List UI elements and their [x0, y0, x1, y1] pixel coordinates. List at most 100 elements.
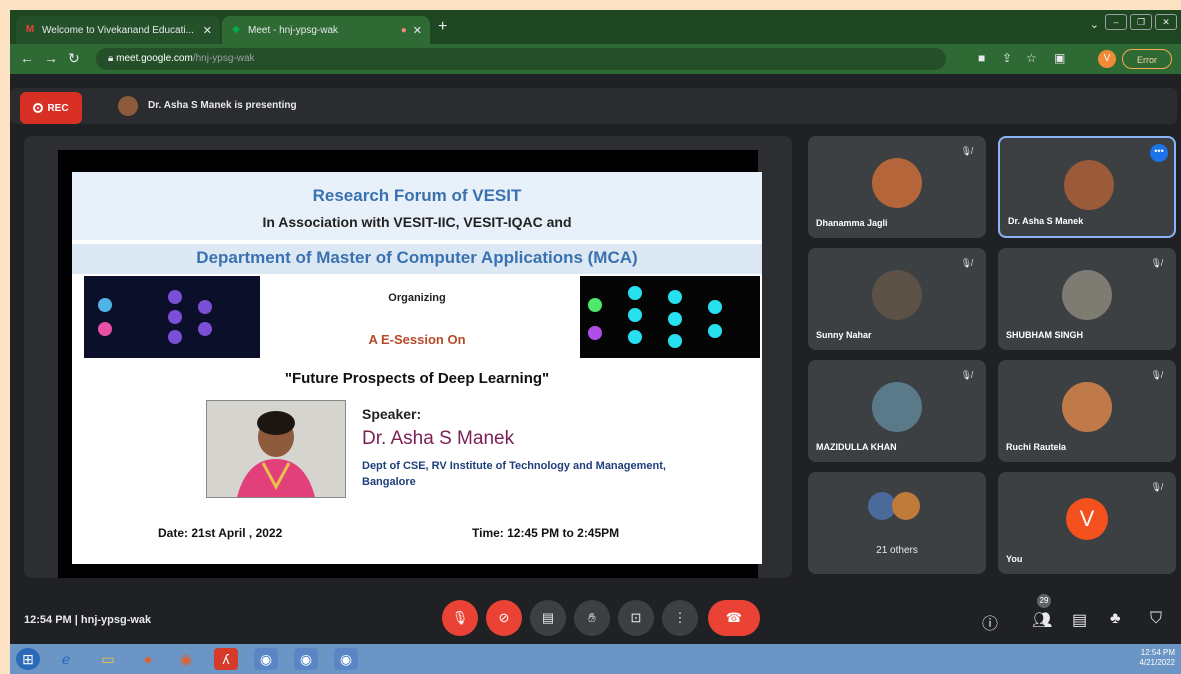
camera-in-use-icon[interactable]: ■: [978, 51, 985, 65]
slide-department: Department of Master of Computer Applica…: [196, 248, 638, 267]
more-options-icon[interactable]: •••: [1150, 144, 1168, 162]
participant-name: Sunny Nahar: [816, 330, 872, 340]
reload-icon[interactable]: ↻: [68, 50, 80, 67]
participant-name: Dhanamma Jagli: [816, 218, 888, 228]
more-options-button[interactable]: ⋮: [662, 600, 698, 636]
forward-arrow-icon[interactable]: →: [44, 50, 58, 66]
slide-session: A E-Session On: [368, 332, 466, 347]
participant-avatar: [1062, 270, 1112, 320]
tray-time: 12:54 PM: [1140, 648, 1175, 657]
chrome-icon[interactable]: ◉: [174, 648, 198, 670]
error-button[interactable]: Error: [1122, 49, 1172, 69]
recording-badge[interactable]: REC: [20, 92, 82, 124]
meeting-time-code: 12:54 PM | hnj-ypsg-wak: [24, 614, 152, 626]
meet-window: REC Dr. Asha S Manek is presenting Resea…: [10, 74, 1181, 644]
browser-toolbar: ← → ↻ 🔒︎ meet.google.com/hnj-ypsg-wak ■ …: [10, 44, 1181, 74]
others-tile[interactable]: 21 others: [808, 472, 986, 574]
meeting-info-icon[interactable]: ⓘ: [982, 610, 998, 634]
activities-icon[interactable]: ♣: [1110, 610, 1121, 628]
mic-off-icon: 🎙︎̸: [1150, 258, 1162, 268]
close-tab-icon[interactable]: ✕: [203, 24, 212, 37]
participant-tile-presenter[interactable]: ••• Dr. Asha S Manek: [998, 136, 1176, 238]
meet-icon: ◆: [232, 24, 240, 35]
participant-name: Ruchi Rautela: [1006, 442, 1067, 452]
rec-label: REC: [47, 102, 69, 114]
new-tab-button[interactable]: +: [438, 18, 447, 36]
sidepanel-icon[interactable]: ▣: [1054, 51, 1065, 65]
chrome-window-icon[interactable]: ◉: [334, 648, 358, 670]
close-tab-icon[interactable]: ✕: [413, 24, 422, 37]
participant-avatar: [872, 270, 922, 320]
firefox-icon[interactable]: ●: [136, 648, 160, 670]
participant-tile[interactable]: 🎙︎̸ Ruchi Rautela: [998, 360, 1176, 462]
lock-icon: 🔒︎: [108, 53, 114, 64]
host-controls-icon[interactable]: ⛉: [1150, 610, 1162, 628]
restore-icon[interactable]: ❐: [1130, 14, 1152, 30]
windows-taskbar: ⊞ ℯ ▭ ● ◉ ʎ ◉ ◉ ◉ 12:54 PM 4/21/2022: [10, 644, 1181, 674]
record-icon: [33, 103, 44, 113]
internet-explorer-icon[interactable]: ℯ: [54, 648, 78, 670]
people-icon[interactable]: 👥︎: [1032, 610, 1052, 630]
participant-avatar: [872, 158, 922, 208]
self-avatar: V: [1066, 498, 1108, 540]
others-count: 21 others: [876, 545, 918, 556]
share-icon[interactable]: ⇪: [1002, 51, 1012, 65]
presenter-avatar: [118, 96, 138, 116]
mic-off-icon: 🎙︎̸: [1150, 482, 1162, 492]
system-tray-clock[interactable]: 12:54 PM 4/21/2022: [1139, 648, 1175, 668]
mic-off-icon: 🎙︎̸: [1150, 370, 1162, 380]
participant-avatar: [1064, 160, 1114, 210]
url-path: /hnj-ypsg-wak: [192, 53, 255, 64]
chat-icon[interactable]: ▤: [1072, 610, 1087, 630]
participant-tile[interactable]: 🎙︎̸ Sunny Nahar: [808, 248, 986, 350]
mic-off-icon: 🎙︎̸: [960, 370, 972, 380]
participant-avatar: [1062, 382, 1112, 432]
tab-title: Meet - hnj-ypsg-wak: [248, 24, 339, 36]
start-button-icon[interactable]: ⊞: [16, 648, 40, 670]
speaker-name: Dr. Asha S Manek: [362, 428, 515, 449]
raise-hand-button[interactable]: ✋︎: [574, 600, 610, 636]
slide-title: Research Forum of VESIT: [312, 186, 522, 205]
camera-toggle-button[interactable]: ⊘: [486, 600, 522, 636]
presenting-text: Dr. Asha S Manek is presenting: [148, 100, 297, 111]
chrome-window-icon[interactable]: ◉: [294, 648, 318, 670]
minimize-icon[interactable]: –: [1105, 14, 1127, 30]
screen: M Welcome to Vivekanand Educati... ✕ ◆ M…: [10, 10, 1181, 674]
address-bar[interactable]: 🔒︎ meet.google.com/hnj-ypsg-wak: [96, 48, 946, 70]
slide: Research Forum of VESIT In Association w…: [72, 172, 762, 564]
leave-call-button[interactable]: ☎︎: [708, 600, 760, 636]
participant-avatar: [872, 382, 922, 432]
recording-indicator-icon: ●: [400, 24, 407, 36]
participant-name: SHUBHAM SINGH: [1006, 330, 1084, 340]
bookmark-star-icon[interactable]: ☆: [1026, 51, 1037, 65]
participant-tile[interactable]: 🎙︎̸ Dhanamma Jagli: [808, 136, 986, 238]
participant-tile[interactable]: 🎙︎̸ MAZIDULLA KHAN: [808, 360, 986, 462]
participant-name: You: [1006, 554, 1023, 564]
window-controls: – ❐ ✕: [1105, 14, 1177, 30]
tab-meet[interactable]: ◆ Meet - hnj-ypsg-wak ● ✕: [222, 16, 430, 44]
captions-button[interactable]: ▤: [530, 600, 566, 636]
close-window-icon[interactable]: ✕: [1155, 14, 1177, 30]
event-date: Date: 21st April , 2022: [158, 526, 283, 540]
participant-name: MAZIDULLA KHAN: [816, 442, 897, 452]
tab-search-icon[interactable]: ⌄: [1090, 18, 1099, 31]
speaker-photo: [206, 400, 346, 498]
participant-tile[interactable]: 🎙︎̸ SHUBHAM SINGH: [998, 248, 1176, 350]
present-button[interactable]: ⊡: [618, 600, 654, 636]
self-tile[interactable]: V 🎙︎̸ You: [998, 472, 1176, 574]
file-explorer-icon[interactable]: ▭: [96, 648, 120, 670]
slide-topic: "Future Prospects of Deep Learning": [284, 370, 550, 387]
profile-avatar[interactable]: V: [1098, 50, 1116, 68]
tray-date: 4/21/2022: [1139, 658, 1175, 667]
participant-avatar: [892, 492, 920, 520]
chrome-window-icon[interactable]: ◉: [254, 648, 278, 670]
event-time: Time: 12:45 PM to 2:45PM: [472, 526, 620, 540]
url-host: meet.google.com: [116, 53, 193, 64]
back-arrow-icon[interactable]: ←: [20, 50, 34, 66]
browser-tab-bar: M Welcome to Vivekanand Educati... ✕ ◆ M…: [10, 10, 1181, 44]
tab-vivekanand[interactable]: M Welcome to Vivekanand Educati... ✕: [16, 16, 220, 44]
presentation-stage: Research Forum of VESIT In Association w…: [24, 136, 792, 578]
mic-off-icon: 🎙︎̸: [960, 258, 972, 268]
mic-toggle-button[interactable]: 🎙︎: [442, 600, 478, 636]
pdf-reader-icon[interactable]: ʎ: [214, 648, 238, 670]
